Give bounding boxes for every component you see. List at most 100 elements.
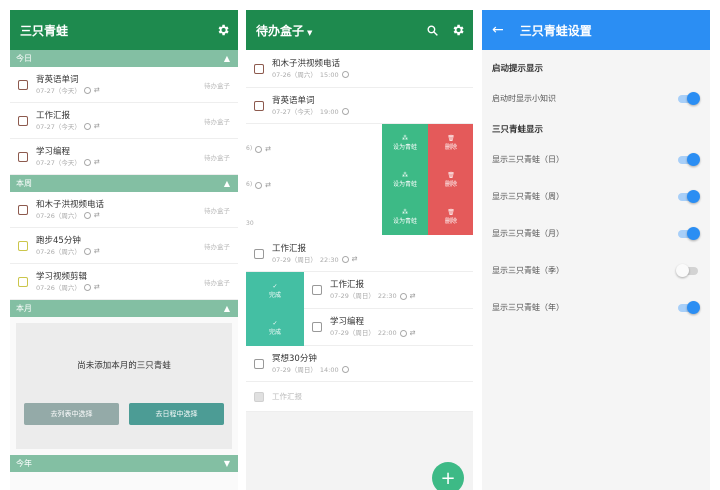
toggle-switch[interactable] (678, 300, 700, 314)
list-item[interactable]: 工作汇报 07-29（周日） 22:30 ⇄ (304, 272, 473, 309)
list-item[interactable]: 工作汇报 07-29（周日） 22:30 ⇄ (246, 236, 473, 272)
gear-icon[interactable] (451, 23, 465, 37)
item-title: 工作汇报 (272, 243, 307, 254)
app-title: 三只青蛙设置 (519, 23, 592, 38)
checkbox[interactable] (18, 151, 28, 162)
setting-row[interactable]: 启动时显示小知识 (482, 80, 710, 117)
checkbox[interactable] (254, 63, 264, 74)
item-date: 07-27（今天） (272, 107, 317, 116)
checkbox[interactable] (312, 322, 322, 332)
toggle-switch[interactable] (676, 263, 698, 277)
section-today[interactable]: 今日 ▲ (10, 50, 238, 67)
list-item[interactable]: 背英语单词 07-27（今天） ⇄ 待办盒子 (10, 67, 238, 103)
section-year[interactable]: 今年 ▼ (10, 455, 238, 472)
list-item[interactable]: 学习视频剪辑 07-26（周六） ⇄ 待办盒子 (10, 264, 238, 300)
action-label: 设为青蛙 (392, 143, 417, 151)
toggle-switch[interactable] (678, 152, 700, 166)
list-item[interactable]: 跑步45分钟 07-26（周六） ⇄ 待办盒子 (10, 228, 238, 264)
checkbox[interactable] (254, 391, 264, 402)
item-time: 15:00 (319, 70, 339, 79)
set-frog-action[interactable]: ⁂ 设为青蛙 (382, 198, 428, 235)
checkbox[interactable] (18, 79, 28, 90)
list-item[interactable]: 学习编程 07-29（周日） 22:00 ⇄ (304, 309, 473, 346)
setting-label: 启动时显示小知识 (492, 94, 556, 103)
section-month[interactable]: 本月 ▲ (10, 300, 238, 317)
toggle-switch[interactable] (678, 91, 700, 105)
item-source: 待办盒子 (204, 242, 230, 251)
toggle-knob (687, 226, 700, 240)
chevron-up-icon[interactable]: ▲ (224, 179, 230, 188)
select-from-schedule-button[interactable]: 去日程中选择 (129, 403, 224, 425)
setting-row[interactable]: 显示三只青蛙（周） (482, 178, 710, 215)
toggle-switch[interactable] (678, 189, 700, 203)
chevron-down-icon[interactable]: ▼ (224, 459, 230, 468)
chevron-up-icon[interactable]: ▲ (224, 54, 230, 63)
list-item[interactable]: 学习编程 07-27（今天） ⇄ 待办盒子 (10, 139, 238, 175)
section-title: 三只青蛙显示 (492, 125, 544, 135)
action-label: 完成 (268, 328, 281, 336)
trash-icon: 🗑 (447, 208, 455, 216)
item-date: 07-26（周六） (272, 70, 317, 79)
item-time: 22:30 (319, 255, 339, 264)
alarm-icon (399, 329, 407, 337)
select-from-list-button[interactable]: 去列表中选择 (24, 403, 119, 425)
list-item[interactable]: 背英语单词 07-27（今天） 19:00 (246, 88, 473, 124)
alarm-icon (255, 181, 263, 189)
checkbox[interactable] (18, 276, 28, 287)
action-label: 设为青蛙 (392, 180, 417, 188)
repeat-icon: ⇄ (409, 291, 416, 300)
checkbox[interactable] (254, 358, 264, 369)
item-date: 07-27（今天） (36, 122, 81, 131)
delete-action[interactable]: 🗑 删除 (428, 198, 473, 235)
section-label: 今日 (16, 54, 32, 63)
partial-meta: 6) ⇄ (246, 144, 272, 153)
list-item-completed[interactable]: 工作汇报 (246, 382, 473, 412)
section-week[interactable]: 本周 ▲ (10, 175, 238, 192)
item-date: 07-29（周日） (272, 255, 317, 264)
list-item[interactable]: 和木子洪视频电话 07-26（周六） 15:00 (246, 50, 473, 88)
swiped-done-rows: ✓ 完成 ✓ 完成 工作汇报 07-29（周日） 22:30 ⇄ 学习编程 07-29（… (246, 272, 473, 346)
item-date: 07-26（周六） (36, 283, 81, 292)
check-icon: ✓ (272, 282, 278, 290)
checkbox[interactable] (254, 248, 264, 259)
checkbox[interactable] (18, 115, 28, 126)
setting-label: 显示三只青蛙（季） (492, 266, 564, 275)
complete-action[interactable]: ✓ 完成 (246, 309, 304, 346)
app-title[interactable]: 待办盒子 ▼ (256, 22, 426, 39)
list-item[interactable]: 冥想30分钟 07-29（周日） 14:00 (246, 346, 473, 382)
alarm-icon (83, 212, 91, 219)
back-arrow-icon[interactable]: ← (492, 22, 504, 38)
trash-icon: 🗑 (447, 134, 455, 142)
alarm-icon (83, 248, 91, 255)
delete-action[interactable]: 🗑 删除 (428, 124, 473, 161)
delete-action[interactable]: 🗑 删除 (428, 161, 473, 198)
partial-meta: 6) ⇄ (246, 180, 272, 189)
checkbox[interactable] (312, 285, 322, 295)
alarm-icon (341, 366, 349, 373)
action-label: 删除 (444, 180, 457, 188)
gear-icon[interactable] (216, 23, 230, 37)
checkbox[interactable] (254, 100, 264, 111)
alarm-icon (255, 145, 263, 153)
setting-row[interactable]: 显示三只青蛙（日） (482, 141, 710, 178)
toggle-knob (687, 152, 700, 166)
item-title: 学习编程 (36, 146, 71, 157)
chevron-up-icon[interactable]: ▲ (224, 304, 230, 313)
set-frog-action[interactable]: ⁂ 设为青蛙 (382, 161, 428, 198)
item-title: 背英语单词 (272, 95, 315, 106)
trash-icon: 🗑 (447, 171, 455, 179)
toggle-switch[interactable] (678, 226, 700, 240)
list-item[interactable]: 和木子洪视频电话 07-26（周六） ⇄ 待办盒子 (10, 192, 238, 228)
setting-row[interactable]: 显示三只青蛙（季） (482, 252, 710, 289)
setting-row[interactable]: 显示三只青蛙（年） (482, 289, 710, 326)
search-icon[interactable] (426, 24, 439, 37)
add-fab[interactable]: + (432, 462, 464, 490)
checkbox[interactable] (18, 240, 28, 251)
list-item[interactable]: 工作汇报 07-27（今天） ⇄ 待办盒子 (10, 103, 238, 139)
set-frog-action[interactable]: ⁂ 设为青蛙 (382, 124, 428, 161)
setting-row[interactable]: 显示三只青蛙（月） (482, 215, 710, 252)
setting-label: 显示三只青蛙（周） (492, 192, 564, 201)
checkbox[interactable] (18, 204, 28, 215)
complete-action[interactable]: ✓ 完成 (246, 272, 304, 309)
settings-screen: ← 三只青蛙设置 启动提示显示 启动时显示小知识 三只青蛙显示 显示三只青蛙（日… (482, 10, 710, 490)
